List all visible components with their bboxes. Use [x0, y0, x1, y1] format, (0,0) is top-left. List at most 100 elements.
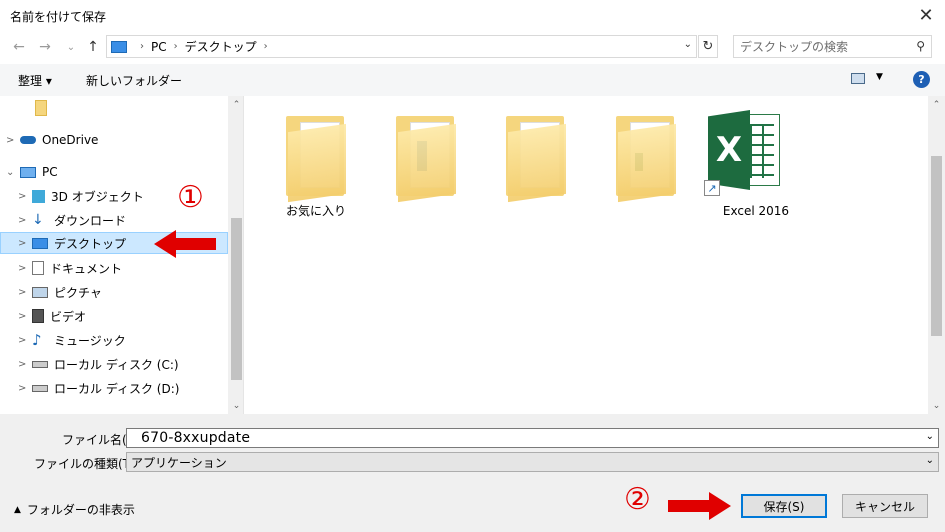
window-title: 名前を付けて保存	[10, 10, 107, 24]
organize-button[interactable]: 整理 ▾	[18, 72, 52, 89]
address-row: ← → ⌄ ↑ › PC › デスクトップ › ⌄ ↻ デスクトップの検索 ⚲	[0, 32, 945, 62]
excel-icon: X ↗	[704, 110, 780, 196]
save-button[interactable]: 保存(S)	[741, 494, 827, 518]
up-arrow-icon[interactable]: ↑	[84, 38, 102, 56]
filename-field[interactable]: 670-8xxupdate ⌄	[126, 428, 939, 448]
sidebar-item-label: ローカル ディスク (C:)	[54, 357, 179, 372]
expand-chevron-icon[interactable]: >	[18, 335, 32, 346]
back-arrow-icon[interactable]: ←	[10, 38, 28, 56]
expand-chevron-icon[interactable]: >	[18, 359, 32, 370]
pc-icon	[20, 166, 36, 178]
breadcrumb-separator[interactable]: ›	[264, 41, 268, 52]
sidebar-item-label: 3D オブジェクト	[51, 189, 144, 204]
sidebar-item-label: ドキュメント	[50, 261, 123, 276]
breadcrumb: › PC › デスクトップ ›	[133, 38, 275, 55]
filetype-label: ファイルの種類(T):	[34, 457, 139, 471]
search-icon[interactable]: ⚲	[916, 39, 925, 53]
annotation-step-1: ①	[177, 180, 204, 215]
sidebar-item-label: PC	[42, 165, 58, 179]
new-folder-button[interactable]: 新しいフォルダー	[86, 72, 182, 89]
chevron-down-icon[interactable]: ⌄	[926, 431, 934, 442]
file-item-label: Excel 2016	[722, 204, 790, 218]
scroll-thumb[interactable]	[931, 156, 942, 336]
expand-chevron-icon[interactable]: >	[18, 215, 32, 226]
sidebar-item-label: ローカル ディスク (D:)	[54, 381, 180, 396]
file-item-shortcut[interactable]: X ↗ Excel 2016	[704, 110, 806, 220]
sidebar-item-documents[interactable]: > ドキュメント	[0, 257, 228, 279]
breadcrumb-desktop[interactable]: デスクトップ	[185, 38, 257, 55]
drive-icon	[32, 360, 48, 368]
expand-chevron-icon[interactable]: >	[18, 383, 32, 394]
folder-icon	[506, 116, 566, 203]
sidebar-item-drive-c[interactable]: > ローカル ディスク (C:)	[0, 353, 228, 375]
sidebar-item-label: デスクトップ	[54, 236, 127, 251]
sidebar-item-pictures[interactable]: > ピクチャ	[0, 281, 228, 303]
annotation-arrow-left	[154, 230, 216, 258]
onedrive-icon	[20, 136, 36, 144]
expand-chevron-icon[interactable]: >	[6, 135, 20, 146]
recent-locations-icon[interactable]: ⌄	[62, 38, 80, 56]
annotation-step-2: ②	[624, 482, 651, 517]
expand-chevron-icon[interactable]: >	[18, 287, 32, 298]
download-icon: ↓	[32, 212, 44, 228]
3d-objects-icon	[32, 189, 45, 203]
scroll-down-icon[interactable]: ⌄	[928, 397, 945, 414]
forward-arrow-icon[interactable]: →	[36, 38, 54, 56]
pc-icon	[111, 40, 127, 53]
command-bar: 整理 ▾ 新しいフォルダー ▼ ?	[0, 64, 945, 96]
chevron-up-icon: ▲	[14, 504, 21, 515]
documents-icon	[32, 261, 44, 275]
scroll-down-icon[interactable]: ⌄	[228, 397, 243, 414]
sidebar-item-label: ピクチャ	[54, 285, 102, 300]
file-item-folder[interactable]	[486, 114, 586, 214]
search-input[interactable]: デスクトップの検索 ⚲	[733, 35, 932, 58]
filetype-select[interactable]: アプリケーション ⌄	[126, 452, 939, 472]
folder-icon	[616, 116, 676, 203]
drive-icon	[32, 384, 48, 392]
annotation-arrow-right	[668, 492, 731, 520]
nav-scrollbar[interactable]: ⌃ ⌄	[228, 96, 243, 414]
breadcrumb-pc[interactable]: PC	[151, 40, 167, 54]
hide-folders-toggle[interactable]: ▲ フォルダーの非表示	[14, 501, 135, 518]
music-icon: ♪	[32, 331, 42, 349]
scroll-thumb[interactable]	[231, 218, 242, 380]
help-icon[interactable]: ?	[913, 71, 930, 88]
file-item-folder[interactable]: お気に入り	[266, 114, 366, 224]
sidebar-item-label: ミュージック	[54, 333, 126, 348]
search-placeholder: デスクトップの検索	[740, 40, 849, 54]
sidebar-item-label: ビデオ	[50, 309, 87, 324]
expand-chevron-icon[interactable]: >	[18, 238, 32, 249]
file-item-label: お気に入り	[285, 204, 346, 218]
chevron-down-icon[interactable]: ⌄	[684, 39, 692, 50]
title-bar: 名前を付けて保存 ✕	[0, 0, 945, 30]
sidebar-item-label: OneDrive	[42, 133, 99, 147]
file-item-folder[interactable]	[596, 114, 696, 214]
file-item-folder[interactable]	[376, 114, 476, 214]
hide-folders-label: フォルダーの非表示	[26, 503, 135, 517]
refresh-icon[interactable]: ↻	[698, 35, 718, 58]
scroll-up-icon[interactable]: ⌃	[228, 96, 243, 113]
files-scrollbar[interactable]: ⌃ ⌄	[928, 96, 945, 414]
sidebar-item-music[interactable]: > ♪ ミュージック	[0, 329, 228, 351]
pictures-icon	[32, 286, 48, 298]
expand-chevron-icon[interactable]: >	[18, 191, 32, 202]
view-options-icon[interactable]	[851, 73, 865, 84]
address-bar[interactable]: › PC › デスクトップ › ⌄	[106, 35, 697, 58]
file-list: お気に入り X ↗ Excel 2016	[246, 96, 945, 414]
sidebar-item-onedrive[interactable]: > OneDrive	[0, 129, 228, 151]
breadcrumb-separator: ›	[173, 41, 178, 52]
videos-icon	[32, 309, 44, 323]
close-icon[interactable]: ✕	[913, 2, 939, 28]
folder-icon	[286, 116, 346, 203]
scroll-up-icon[interactable]: ⌃	[928, 96, 945, 113]
sidebar-item-videos[interactable]: > ビデオ	[0, 305, 228, 327]
chevron-down-icon[interactable]: ▼	[876, 72, 883, 82]
expand-chevron-icon[interactable]: >	[18, 311, 32, 322]
cancel-button[interactable]: キャンセル	[842, 494, 928, 518]
chevron-down-icon[interactable]: ⌄	[926, 455, 934, 466]
breadcrumb-separator: ›	[140, 41, 144, 52]
collapse-chevron-icon[interactable]: ⌄	[6, 167, 20, 178]
expand-chevron-icon[interactable]: >	[18, 263, 32, 274]
folder-icon	[35, 100, 47, 116]
sidebar-item-drive-d[interactable]: > ローカル ディスク (D:)	[0, 377, 228, 399]
